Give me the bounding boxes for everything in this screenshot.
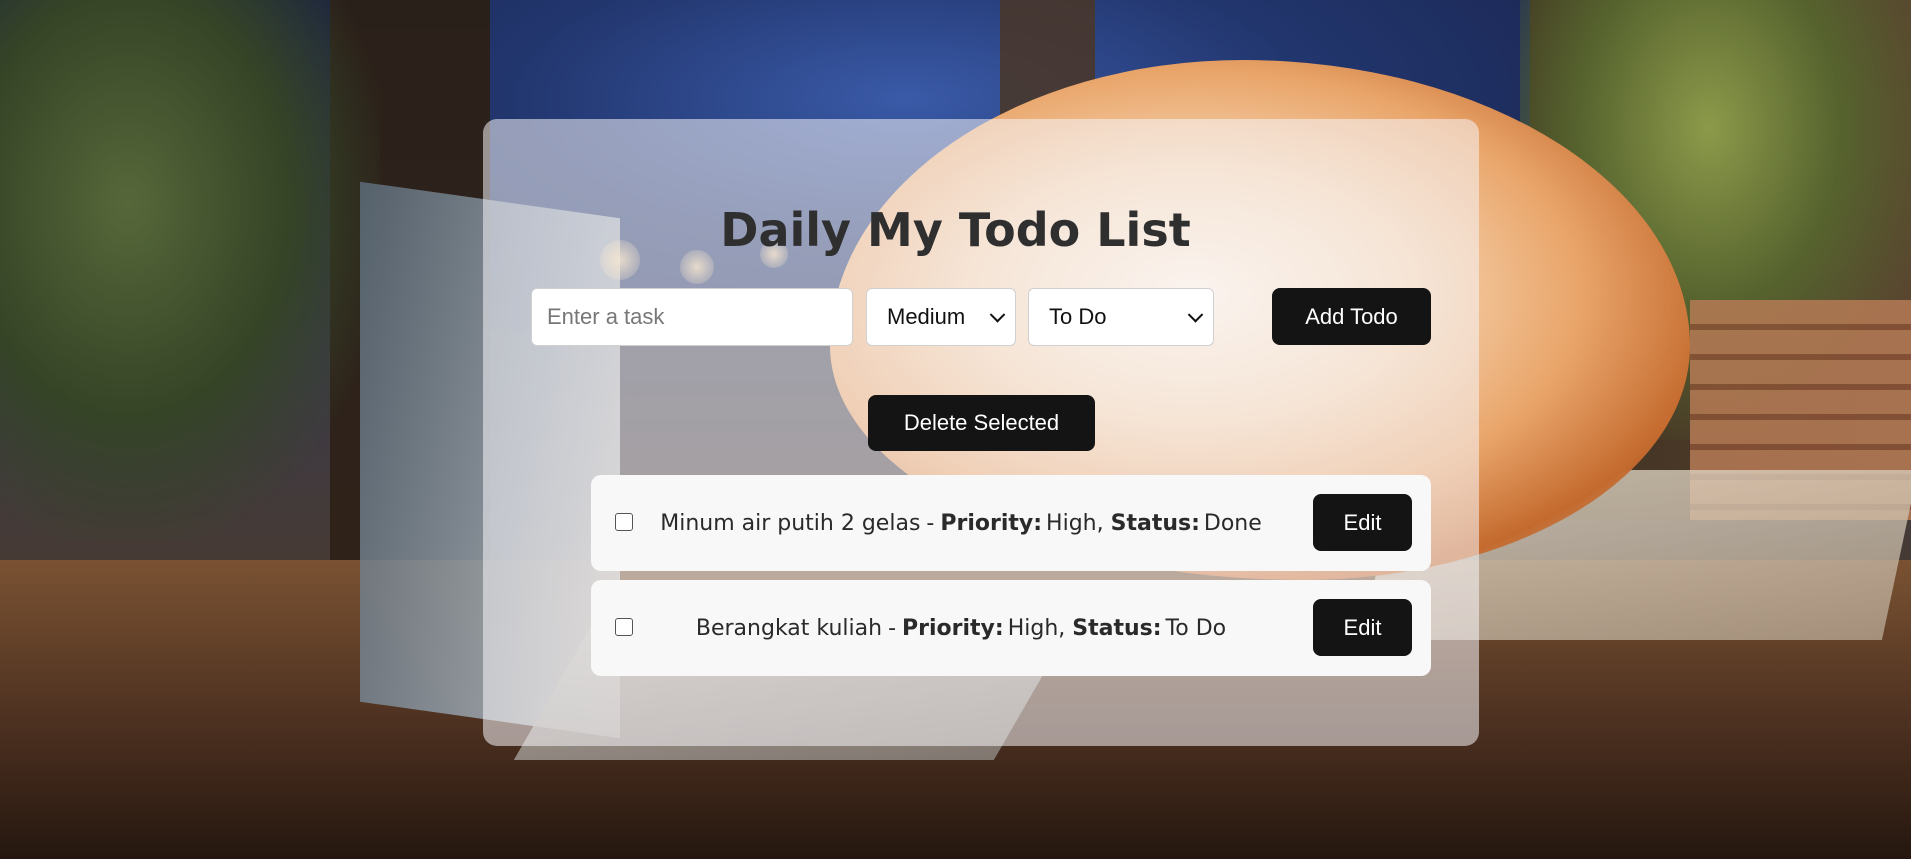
todo-separator: - (926, 510, 935, 536)
chevron-down-icon (1187, 307, 1204, 323)
todo-status-label: Status: (1110, 510, 1200, 536)
delete-selected-button[interactable]: Delete Selected (868, 395, 1095, 451)
page-title: Daily My Todo List (720, 203, 1191, 257)
edit-button[interactable]: Edit (1313, 494, 1412, 551)
status-select-value: To Do (1049, 304, 1107, 329)
todo-status: Done (1203, 510, 1262, 536)
todo-checkbox[interactable] (615, 618, 633, 636)
todo-priority-label: Priority: (902, 615, 1004, 641)
todo-priority-label: Priority: (940, 510, 1043, 536)
edit-button[interactable]: Edit (1313, 599, 1412, 656)
todo-priority: High, (1046, 510, 1104, 536)
todo-text: Minum air putih 2 gelas - Priority: High… (660, 475, 1262, 571)
todo-text: Berangkat kuliah - Priority: High, Statu… (661, 580, 1261, 676)
chevron-down-icon (989, 307, 1006, 323)
todo-status: To Do (1165, 615, 1227, 641)
todo-item: Minum air putih 2 gelas - Priority: High… (591, 475, 1431, 571)
todo-separator: - (888, 615, 897, 641)
add-todo-button[interactable]: Add Todo (1272, 288, 1431, 345)
todo-priority: High, (1007, 615, 1066, 641)
priority-select-value: Medium (887, 304, 966, 329)
task-input[interactable] (531, 288, 853, 346)
background-plant (0, 0, 380, 540)
todo-task: Berangkat kuliah (695, 615, 883, 641)
priority-select[interactable]: Medium (866, 288, 1016, 346)
todo-item: Berangkat kuliah - Priority: High, Statu… (591, 580, 1431, 676)
todo-checkbox[interactable] (615, 513, 633, 531)
todo-status-label: Status: (1072, 615, 1162, 641)
todo-task: Minum air putih 2 gelas (660, 510, 921, 536)
status-select[interactable]: To Do (1028, 288, 1214, 346)
